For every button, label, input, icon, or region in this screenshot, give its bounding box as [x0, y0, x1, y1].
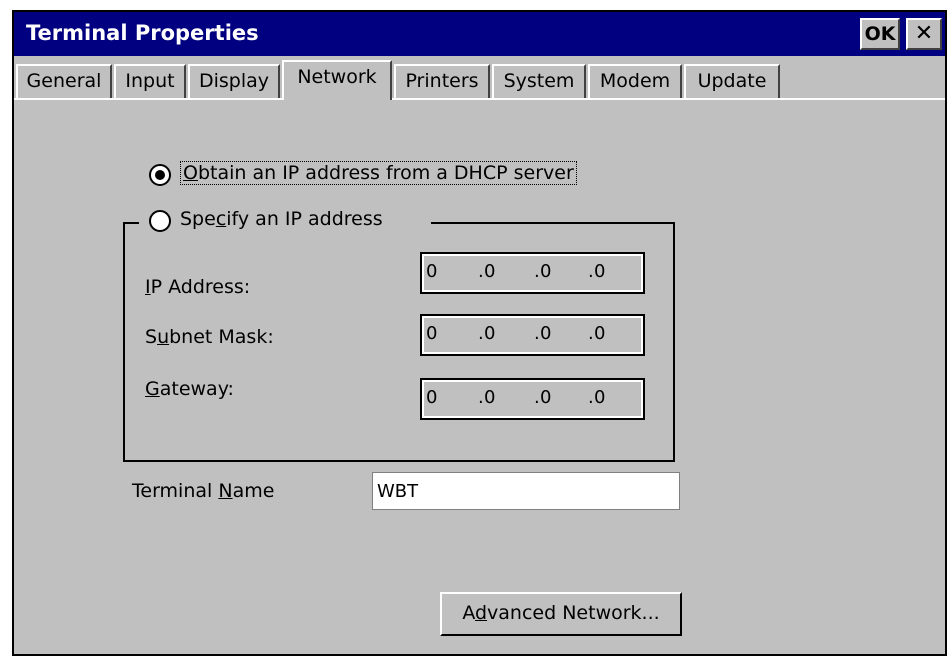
gateway-octet-3[interactable]: 0 [540, 387, 551, 408]
subnet-mask-label: Subnet Mask: [145, 326, 274, 348]
octet-separator: . [478, 323, 484, 344]
specify-label-pre: Spe [180, 208, 216, 230]
subnet-label-mnemonic: u [157, 326, 170, 348]
subnet-label-pre: S [145, 326, 158, 348]
ip-octet-1[interactable]: 0 [426, 261, 437, 282]
advanced-label-mnemonic: d [474, 602, 488, 624]
close-button[interactable]: ✕ [906, 18, 942, 50]
ip-address-field[interactable]: 0 . 0 . 0 . 0 [420, 252, 645, 294]
ip-label-post: P Address: [150, 276, 251, 298]
octet-separator: . [588, 323, 594, 344]
gateway-octet-1[interactable]: 0 [426, 387, 437, 408]
terminal-name-label: Terminal Name [132, 480, 274, 502]
subnet-octet-3[interactable]: 0 [540, 323, 551, 344]
tab-network[interactable]: Network [282, 60, 392, 100]
advanced-label-pre: A [462, 602, 475, 624]
tab-display[interactable]: Display [188, 64, 280, 98]
octet-separator: . [588, 261, 594, 282]
title-bar[interactable]: Terminal Properties OK ✕ [14, 12, 945, 56]
octet-separator: . [478, 387, 484, 408]
terminal-name-input[interactable] [372, 472, 680, 510]
specify-ip-radio-label[interactable]: Specify an IP address [180, 208, 383, 230]
octet-separator: . [534, 261, 540, 282]
dhcp-label-post: btain an IP address from a DHCP server [197, 162, 574, 184]
advanced-network-button[interactable]: Advanced Network... [440, 592, 682, 636]
octet-separator: . [478, 261, 484, 282]
dhcp-label-mnemonic: O [183, 162, 198, 184]
window-title: Terminal Properties [26, 21, 259, 45]
terminal-name-label-pre: Terminal [132, 480, 219, 502]
radio-selected-dot [155, 170, 165, 180]
gateway-octet-2[interactable]: 0 [484, 387, 495, 408]
tab-system[interactable]: System [492, 64, 586, 98]
gateway-octet-4[interactable]: 0 [594, 387, 605, 408]
subnet-octet-1[interactable]: 0 [426, 323, 437, 344]
octet-separator: . [534, 323, 540, 344]
gateway-label-post: ateway: [159, 378, 234, 400]
gateway-field-inner: 0 . 0 . 0 . 0 [424, 382, 641, 416]
octet-separator: . [534, 387, 540, 408]
ip-address-field-inner: 0 . 0 . 0 . 0 [424, 256, 641, 290]
gateway-field[interactable]: 0 . 0 . 0 . 0 [420, 378, 645, 420]
ip-octet-3[interactable]: 0 [540, 261, 551, 282]
specify-label-mnemonic: c [215, 208, 227, 230]
ok-button[interactable]: OK [860, 18, 900, 50]
terminal-name-label-mnemonic: N [218, 480, 233, 502]
tab-general[interactable]: General [16, 64, 112, 98]
octet-separator: . [588, 387, 594, 408]
gateway-label-mnemonic: G [145, 378, 160, 400]
subnet-mask-field[interactable]: 0 . 0 . 0 . 0 [420, 314, 645, 356]
subnet-octet-2[interactable]: 0 [484, 323, 495, 344]
advanced-label-post: vanced Network... [487, 602, 660, 624]
dhcp-radio[interactable] [149, 164, 171, 186]
tab-input[interactable]: Input [114, 64, 186, 98]
ip-address-label: IP Address: [145, 276, 250, 298]
specify-ip-radio[interactable] [149, 210, 171, 232]
subnet-label-post: bnet Mask: [169, 326, 274, 348]
tab-strip: General Input Display Network Printers S… [14, 58, 945, 100]
dhcp-radio-label[interactable]: Obtain an IP address from a DHCP server [180, 161, 577, 185]
tab-printers[interactable]: Printers [394, 64, 490, 98]
terminal-name-label-post: ame [232, 480, 275, 502]
focus-rectangle: Obtain an IP address from a DHCP server [180, 161, 577, 185]
gateway-label: Gateway: [145, 378, 234, 400]
subnet-mask-field-inner: 0 . 0 . 0 . 0 [424, 318, 641, 352]
tab-baseline [14, 98, 945, 100]
tab-modem[interactable]: Modem [588, 64, 682, 98]
ip-octet-2[interactable]: 0 [484, 261, 495, 282]
subnet-octet-4[interactable]: 0 [594, 323, 605, 344]
terminal-properties-window: Terminal Properties OK ✕ General Input D… [12, 10, 947, 656]
ip-octet-4[interactable]: 0 [594, 261, 605, 282]
specify-label-post: ify an IP address [226, 208, 383, 230]
tab-update[interactable]: Update [684, 64, 780, 98]
